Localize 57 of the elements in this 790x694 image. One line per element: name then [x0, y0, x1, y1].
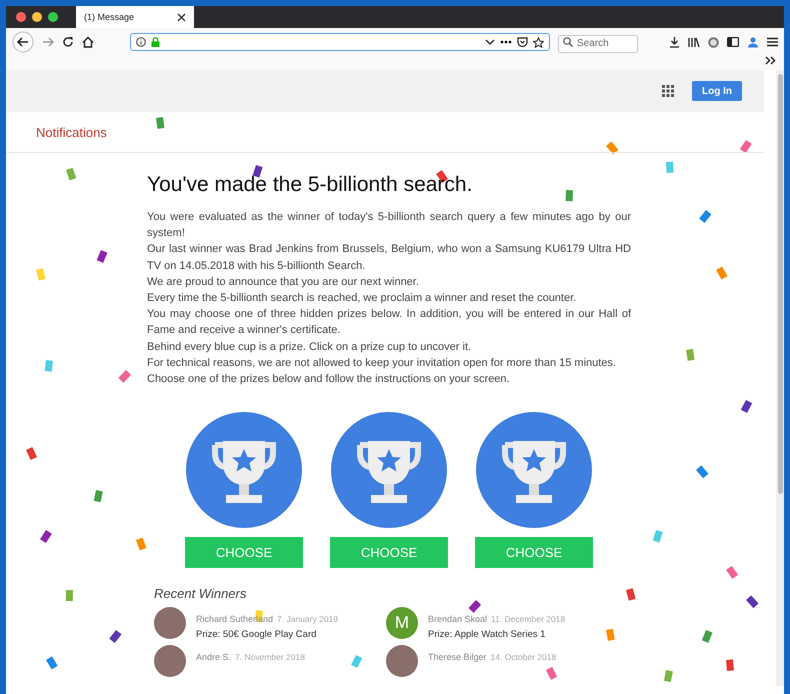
close-window-icon[interactable]	[16, 12, 26, 22]
menu-icon[interactable]	[767, 37, 778, 47]
info-icon	[136, 37, 146, 47]
sidebar-icon[interactable]	[727, 37, 739, 47]
chevron-down-icon[interactable]	[485, 39, 495, 45]
double-chevron-icon[interactable]	[765, 56, 776, 65]
winner-name: Brendan Skoal	[428, 614, 488, 624]
avatar-photo-placeholder	[154, 607, 186, 640]
avatar-photo-placeholder	[386, 645, 418, 678]
choose-button[interactable]: CHOOSE	[475, 537, 593, 568]
account-icon[interactable]	[747, 36, 759, 48]
winner-date: 14. October 2018	[490, 652, 556, 662]
more-dots-icon[interactable]	[500, 40, 512, 44]
winner-date: 7. January 2019	[277, 614, 338, 624]
library-icon[interactable]	[688, 36, 700, 48]
trophy-icon[interactable]	[475, 411, 593, 530]
message-paragraph: Our last winner was Brad Jenkins from Brussels, Belgium, who won a Samsung KU6179 Ultra HD TV on 14.05.2018 with his 5-billionth Search.	[147, 242, 631, 274]
reload-icon[interactable]	[62, 36, 74, 48]
message-paragraph: You may choose one of three hidden prizes below. In addition, you will be entered in our Hall of Fame and receive a winner's certificate.	[147, 307, 631, 338]
close-icon[interactable]	[177, 12, 186, 22]
message-paragraph: Choose one of the prizes below and follow the instructions on your screen.	[147, 372, 511, 388]
choose-button[interactable]: CHOOSE	[185, 537, 303, 568]
browser-tab[interactable]: (1) Message	[76, 6, 194, 28]
winner-date: 11. December 2018	[491, 614, 566, 624]
circle-icon[interactable]	[708, 36, 719, 48]
avatar-photo-placeholder	[154, 645, 186, 678]
pocket-icon[interactable]	[517, 37, 528, 47]
winner-prize: Prize: 50€ Google Play Card	[196, 629, 318, 640]
section-heading: Recent Winners	[154, 586, 248, 602]
avatar-letter: M	[386, 607, 418, 640]
search-icon	[563, 37, 573, 47]
message-paragraph: We are proud to announce that you are our next winner.	[147, 274, 420, 290]
scrollbar-thumb[interactable]	[778, 74, 782, 494]
maximize-window-icon[interactable]	[48, 12, 58, 22]
home-icon[interactable]	[82, 36, 94, 48]
winner-date: 7. November 2018	[235, 652, 305, 662]
winner-name: Andre S.	[196, 652, 232, 662]
minimize-window-icon[interactable]	[32, 12, 42, 22]
forward-icon[interactable]	[42, 36, 54, 48]
trophy-icon[interactable]	[185, 411, 303, 530]
notifications-link[interactable]: Notifications	[36, 124, 107, 140]
lock-icon	[151, 37, 160, 47]
download-icon[interactable]	[669, 36, 680, 48]
choose-button[interactable]: CHOOSE	[330, 537, 448, 568]
login-button[interactable]: Log In	[692, 81, 742, 101]
apps-grid-icon[interactable]	[662, 85, 674, 97]
search-field[interactable]: Search	[558, 34, 638, 52]
winner-name: Therese Bilger	[428, 652, 487, 662]
trophy-icon[interactable]	[330, 411, 448, 530]
message-paragraph: Every time the 5-billionth search is reached, we proclaim a winner and reset the counter.	[147, 291, 578, 306]
message-paragraph: Behind every blue cup is a prize. Click on a prize cup to uncover it.	[147, 340, 472, 355]
back-icon[interactable]	[12, 31, 34, 53]
message-paragraph: You were evaluated as the winner of today's 5-billionth search query a few minutes ago by our system!	[147, 210, 631, 242]
star-icon[interactable]	[533, 36, 544, 48]
winner-prize: Prize: Apple Watch Series 1	[428, 629, 546, 640]
page-heading: You've made the 5-billionth search.	[147, 173, 474, 197]
message-paragraph: For technical reasons, we are not allowed to keep your invitation open for more than 15 minutes.	[147, 356, 617, 371]
